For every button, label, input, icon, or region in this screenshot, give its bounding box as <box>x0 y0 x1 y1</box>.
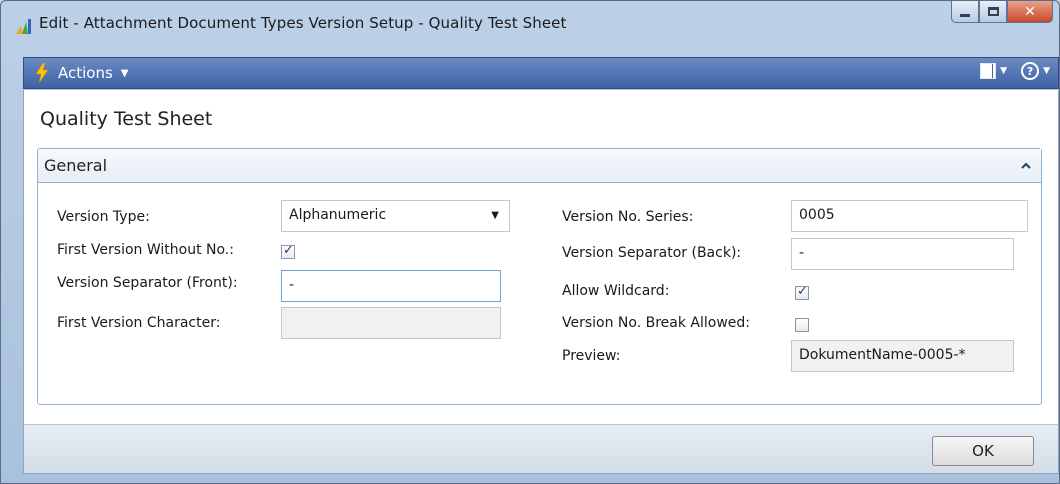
actionbar-right-tools: ▼ ? ▼ <box>980 62 1050 80</box>
help-icon: ? <box>1021 62 1040 80</box>
ok-button[interactable]: OK <box>932 436 1034 466</box>
preview-label: Preview: <box>562 348 621 364</box>
actions-label: Actions <box>58 64 113 82</box>
version-separator-back-input[interactable]: - <box>791 238 1014 270</box>
version-type-label: Version Type: <box>57 209 150 225</box>
help-menu-button[interactable]: ? ▼ <box>1021 62 1050 80</box>
version-no-series-value: 0005 <box>799 207 835 223</box>
chevron-down-icon: ▼ <box>491 210 499 221</box>
action-bar: Actions ▼ ▼ ? ▼ <box>23 57 1059 89</box>
minimize-button[interactable] <box>951 1 979 23</box>
close-icon: ✕ <box>1024 3 1036 20</box>
chevron-up-icon[interactable] <box>1021 161 1031 171</box>
fasttab-title: General <box>44 156 108 175</box>
title-bar[interactable]: Edit - Attachment Document Types Version… <box>1 1 1059 51</box>
window-controls: ✕ <box>951 1 1053 23</box>
actions-menu-button[interactable]: Actions ▼ <box>34 62 129 84</box>
first-version-character-input <box>281 307 501 339</box>
general-fasttab: General Version Type: Alphanumeric ▼ Fir… <box>37 148 1042 405</box>
version-no-series-label: Version No. Series: <box>562 209 694 225</box>
general-fasttab-header[interactable]: General <box>38 149 1041 183</box>
lightning-icon <box>35 63 49 83</box>
version-separator-front-label: Version Separator (Front): <box>57 275 238 291</box>
maximize-icon <box>987 7 999 16</box>
close-button[interactable]: ✕ <box>1007 1 1053 23</box>
chevron-down-icon: ▼ <box>1000 66 1008 76</box>
dialog-footer: OK <box>23 424 1059 474</box>
first-version-character-label: First Version Character: <box>57 315 221 331</box>
page-title: Quality Test Sheet <box>40 108 213 130</box>
version-no-break-allowed-checkbox[interactable] <box>795 318 809 332</box>
content-area: Quality Test Sheet General Version Type:… <box>23 90 1059 424</box>
version-separator-front-value: - <box>289 277 295 293</box>
first-version-without-no-label: First Version Without No.: <box>57 242 234 258</box>
preview-value: DokumentName-0005-* <box>799 347 966 363</box>
preview-field: DokumentName-0005-* <box>791 340 1014 372</box>
version-type-select[interactable]: Alphanumeric ▼ <box>281 200 510 232</box>
version-separator-back-label: Version Separator (Back): <box>562 245 742 261</box>
version-separator-front-input[interactable]: - <box>281 270 501 302</box>
minimize-icon <box>960 14 970 17</box>
layout-icon <box>980 63 997 79</box>
allow-wildcard-label: Allow Wildcard: <box>562 283 670 299</box>
chevron-down-icon: ▼ <box>1043 66 1050 76</box>
chevron-down-icon: ▼ <box>120 67 129 79</box>
dialog-window: Edit - Attachment Document Types Version… <box>0 0 1060 484</box>
first-version-without-no-checkbox[interactable] <box>281 243 295 259</box>
version-no-series-input[interactable]: 0005 <box>791 200 1028 232</box>
allow-wildcard-checkbox[interactable] <box>795 284 809 300</box>
layout-menu-button[interactable]: ▼ <box>980 63 1007 79</box>
window-title: Edit - Attachment Document Types Version… <box>39 14 567 32</box>
app-icon <box>16 19 31 34</box>
version-separator-back-value: - <box>799 245 805 261</box>
version-no-break-allowed-label: Version No. Break Allowed: <box>562 315 751 331</box>
version-type-value: Alphanumeric <box>289 207 387 223</box>
maximize-button[interactable] <box>979 1 1007 23</box>
